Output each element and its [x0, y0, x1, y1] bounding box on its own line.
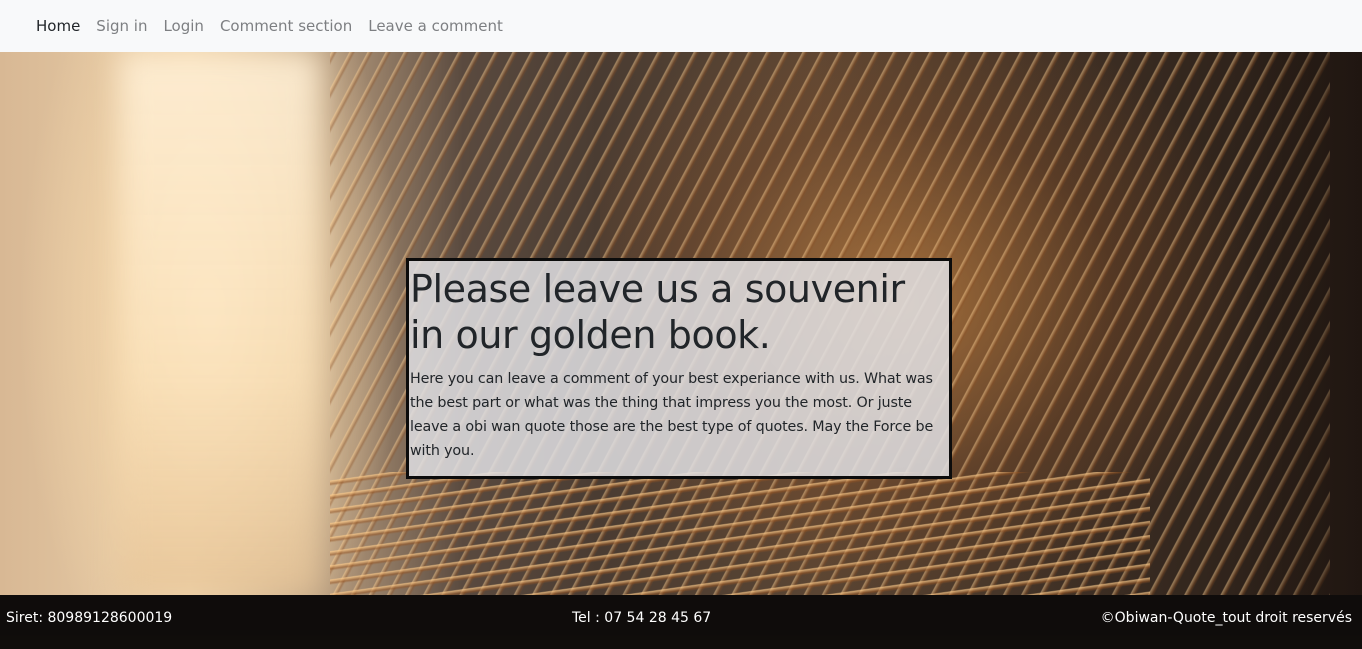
hero-right-shadow [1242, 52, 1362, 595]
footer-phone: Tel : 07 54 28 45 67 [572, 610, 712, 626]
footer-copyright: ©Obiwan-Quote_tout droit reservés [1100, 610, 1352, 626]
footer: Siret: 80989128600019 Tel : 07 54 28 45 … [0, 595, 1362, 649]
intro-title: Please leave us a souvenir in our golden… [410, 267, 905, 357]
intro-card: Please leave us a souvenir in our golden… [406, 258, 952, 479]
nav-link-comment-section[interactable]: Comment section [220, 16, 352, 36]
nav-link-sign-in[interactable]: Sign in [96, 16, 147, 36]
hero-book-pages-bottom [330, 472, 1150, 595]
nav-link-leave-a-comment[interactable]: Leave a comment [368, 16, 503, 36]
top-navbar: Home Sign in Login Comment section Leave… [0, 0, 1362, 52]
footer-siret: Siret: 80989128600019 [6, 610, 173, 626]
nav-link-home[interactable]: Home [36, 16, 80, 36]
hero-window-light [120, 52, 320, 595]
nav-link-login[interactable]: Login [163, 16, 203, 36]
intro-text: Here you can leave a comment of your bes… [410, 371, 934, 459]
